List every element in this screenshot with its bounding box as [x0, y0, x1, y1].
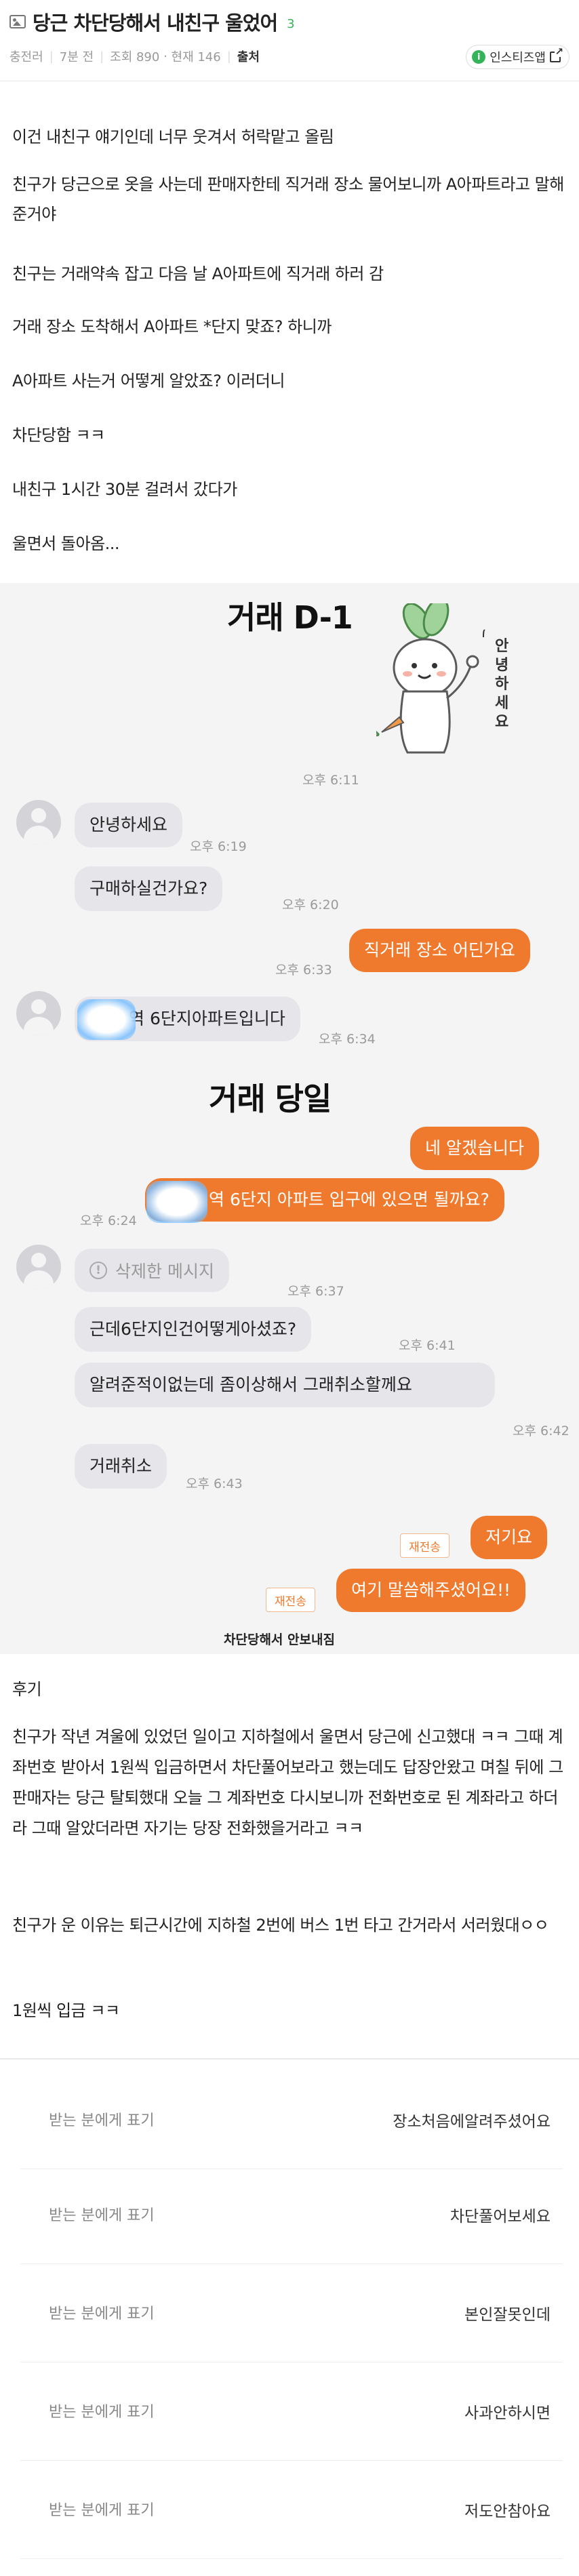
message-time: 오후 6:37: [287, 1284, 344, 1299]
post-title-row: 당근 차단당해서 내친구 울었어 3: [9, 8, 295, 35]
meta-divider: |: [226, 49, 231, 64]
open-app-button[interactable]: i 인스티즈앱: [466, 45, 570, 69]
intro-line: 내친구 1시간 30분 걸려서 갔다가: [12, 480, 237, 499]
seller-avatar[interactable]: [16, 800, 61, 845]
message-time: 오후 6:19: [190, 839, 247, 854]
transfer-row: 받는 분에게 표기 차단풀어보세요: [20, 2169, 563, 2264]
section-title-d1: 거래 D-1: [227, 599, 353, 636]
transfer-label: 받는 분에게 표기: [49, 2306, 155, 2322]
post-time: 7분 전: [59, 50, 94, 64]
redaction-blur: [77, 999, 136, 1040]
intro-line: A아파트 사는거 어떻게 알았죠? 이러더니: [12, 371, 285, 390]
intro-line: 차단당함 ㅋㅋ: [12, 426, 105, 445]
image-icon: [9, 15, 26, 28]
message-time: 오후 6:11: [302, 773, 359, 788]
message-time: 오후 6:43: [186, 1476, 243, 1491]
deleted-message: ! 삭제한 메시지: [75, 1249, 229, 1292]
transfer-memo: 장소처음에알려주셨어요: [393, 2113, 551, 2131]
author-name[interactable]: 충전러: [9, 47, 43, 65]
incoming-message: 구매하실건가요?: [75, 866, 223, 911]
message-time: 오후 6:20: [282, 898, 339, 912]
transfer-label: 받는 분에게 표기: [49, 2112, 155, 2129]
transfer-row: 받는 분에게 표기 사과안하시면: [20, 2366, 563, 2461]
transfer-memo: 본인잘못인데: [464, 2306, 551, 2324]
redaction-blur: [146, 1181, 207, 1223]
incoming-message: 알려준적이없는데 좀이상해서 그래취소할께요: [75, 1363, 495, 1407]
transfer-row: 받는 분에게 표기 장소처음에알려주셨어요: [20, 2074, 563, 2169]
message-time: 오후 6:33: [275, 963, 332, 978]
outgoing-message-failed: 여기 말씀해주셨어요!!: [336, 1569, 525, 1612]
section-title-day: 거래 당일: [209, 1081, 332, 1117]
open-app-label: 인스티즈앱: [490, 51, 546, 65]
info-icon: !: [89, 1262, 107, 1279]
incoming-message: 근데6단지인건어떻게아셨죠?: [75, 1307, 312, 1352]
incoming-message: 거래취소: [75, 1444, 167, 1489]
sticker-greeting-text: 안 녕 하 세 요: [495, 638, 514, 731]
outgoing-message: 네 알겠습니다: [410, 1127, 539, 1170]
transfer-memo: 저도안참아요: [464, 2503, 551, 2520]
deleted-message-label: 삭제한 메시지: [115, 1262, 214, 1281]
resend-button[interactable]: 재전송: [266, 1588, 315, 1612]
current-viewers: 현재 146: [171, 50, 221, 64]
meta-dot: ·: [159, 49, 172, 64]
post-title: 당근 차단당해서 내친구 울었어: [33, 12, 278, 35]
meta-divider: |: [100, 49, 104, 64]
post-header: 당근 차단당해서 내친구 울었어 3 충전러 | 7분 전 | 조회 890 ·…: [0, 0, 579, 81]
seller-avatar[interactable]: [16, 1245, 61, 1289]
after-paragraph: 1원씩 입금 ㅋㅋ: [12, 2001, 120, 2020]
source-link[interactable]: 출처: [237, 47, 260, 65]
external-link-icon: [550, 47, 563, 62]
message-time: 오후 6:34: [319, 1032, 376, 1047]
transfer-memo: 사과안하시면: [464, 2404, 551, 2422]
blocked-caption: 차단당해서 안보내짐: [224, 1632, 335, 1647]
transfer-label: 받는 분에게 표기: [49, 2207, 155, 2224]
meta-divider: |: [49, 49, 54, 64]
after-heading: 후기: [12, 1680, 42, 1699]
transfer-label: 받는 분에게 표기: [49, 2502, 155, 2519]
resend-button[interactable]: 재전송: [400, 1533, 450, 1558]
list-divider: [0, 2058, 579, 2059]
transfer-memo: 차단풀어보세요: [450, 2208, 551, 2226]
transfer-row: 받는 분에게 표기 저도안참아요: [20, 2464, 563, 2559]
comment-count[interactable]: 3: [287, 17, 294, 31]
post-meta: 충전러 | 7분 전 | 조회 890 · 현재 146 | 출처: [9, 47, 260, 65]
message-time: 오후 6:42: [513, 1424, 570, 1438]
transfer-label: 받는 분에게 표기: [49, 2404, 155, 2421]
intro-line: 친구가 당근으로 옷을 사는데 판매자한테 직거래 장소 물어보니까 A아파트라…: [12, 175, 564, 224]
outgoing-message: 직거래 장소 어딘가요: [349, 929, 530, 972]
outgoing-message-failed: 저기요: [471, 1516, 548, 1559]
intro-line: 울면서 돌아옴...: [12, 534, 120, 553]
incoming-message: 안녕하세요: [75, 803, 183, 847]
after-paragraph: 친구가 작년 겨울에 있었던 일이고 지하철에서 울면서 당근에 신고했대 ㅋㅋ…: [12, 1727, 563, 1838]
message-time: 오후 6:41: [399, 1338, 456, 1353]
seller-avatar[interactable]: [16, 991, 61, 1036]
instiz-logo-icon: i: [472, 50, 486, 64]
transfer-row: 받는 분에게 표기 본인잘못인데: [20, 2268, 563, 2362]
intro-line: 거래 장소 도착해서 A아파트 *단지 맞죠? 하니까: [12, 317, 332, 336]
intro-line: 친구는 거래약속 잡고 다음 날 A아파트에 직거래 하러 감: [12, 264, 384, 283]
intro-line: 이건 내친구 얘기인데 너무 웃겨서 허락맡고 올림: [12, 127, 334, 146]
greeting-sticker: 안 녕 하 세 요: [376, 603, 514, 754]
message-time: 오후 6:24: [80, 1213, 137, 1228]
view-count: 조회 890: [110, 50, 160, 64]
after-paragraph: 친구가 운 이유는 퇴근시간에 지하철 2번에 버스 1번 타고 간거라서 서러…: [12, 1916, 549, 1935]
